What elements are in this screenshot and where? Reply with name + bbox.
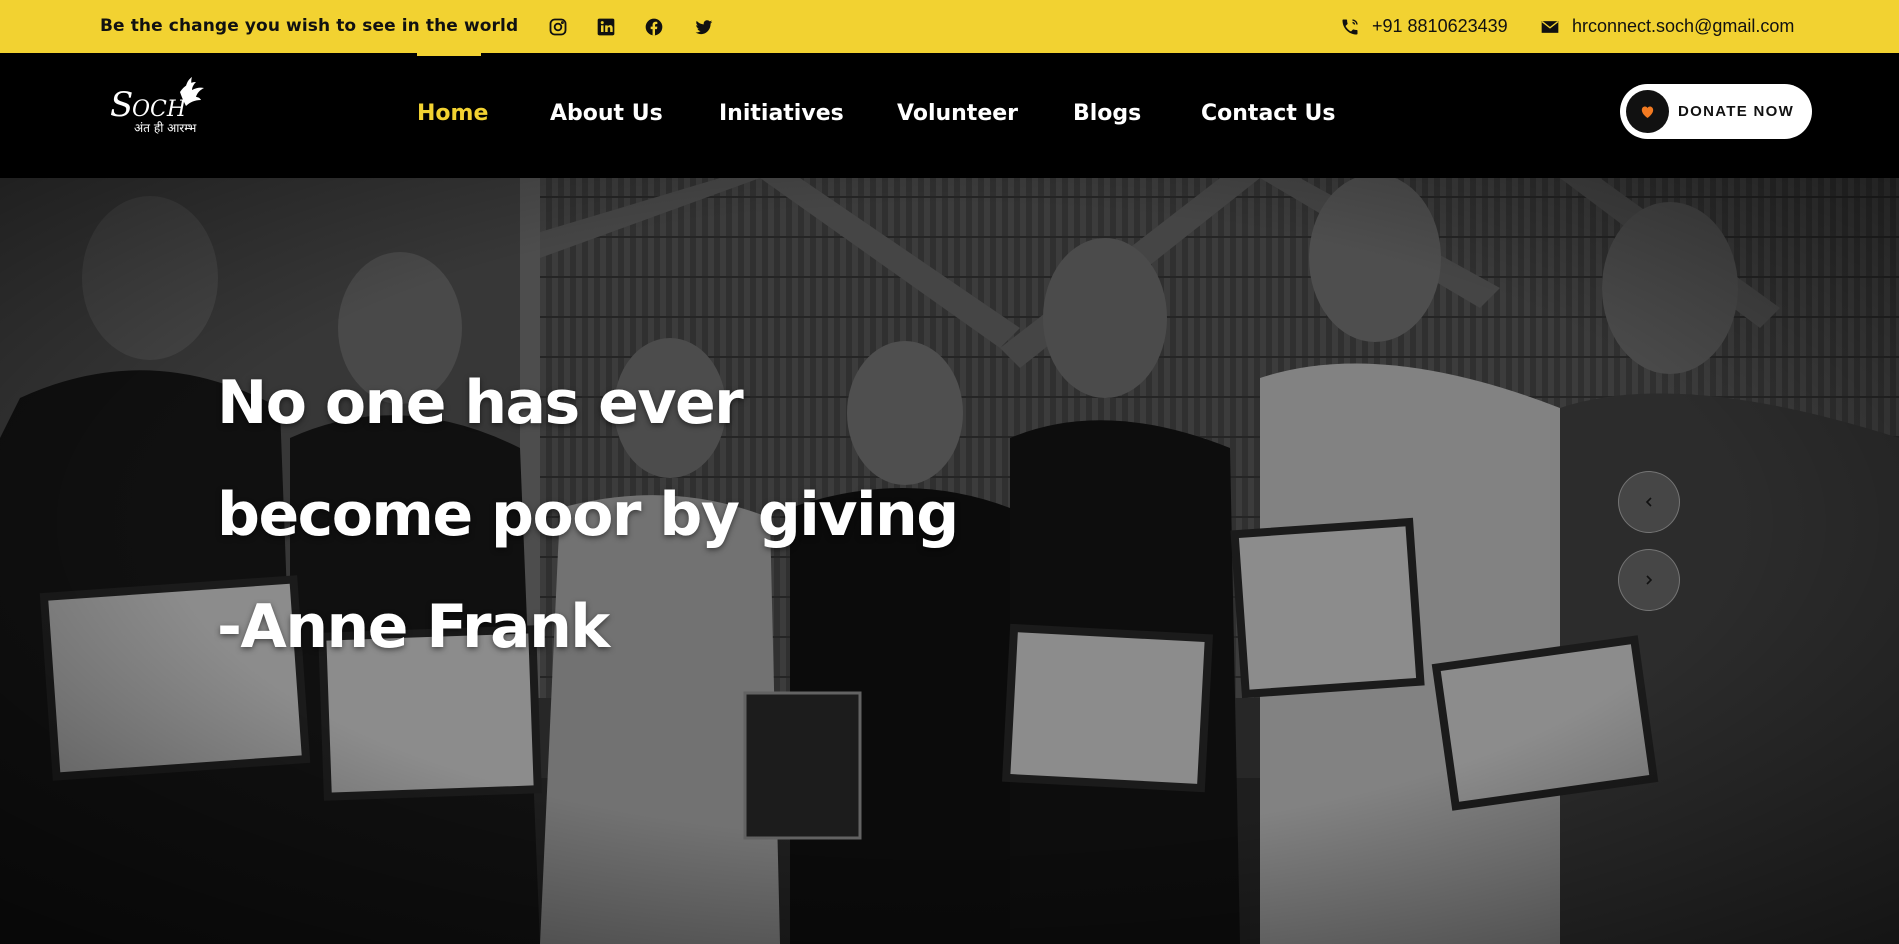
slider-next-button[interactable] bbox=[1618, 549, 1680, 611]
top-bar: Be the change you wish to see in the wor… bbox=[0, 0, 1899, 53]
nav-blogs[interactable]: Blogs bbox=[1073, 53, 1141, 178]
svg-text:S: S bbox=[110, 85, 133, 125]
heart-icon bbox=[1626, 90, 1669, 133]
donate-label: DONATE NOW bbox=[1678, 103, 1795, 120]
quote-author: -Anne Frank bbox=[217, 592, 610, 662]
hero-slider: No one has ever become poor by giving -A… bbox=[0, 178, 1899, 944]
chevron-left-icon bbox=[1645, 497, 1652, 507]
facebook-icon[interactable] bbox=[641, 0, 667, 53]
phone-icon bbox=[1342, 18, 1358, 34]
phone-contact[interactable]: +91 8810623439 bbox=[1340, 0, 1508, 53]
tagline: Be the change you wish to see in the wor… bbox=[100, 16, 519, 36]
main-header: S OCH अंत ही आरम्भ Home About Us Initiat… bbox=[0, 53, 1899, 178]
nav-home[interactable]: Home bbox=[417, 53, 488, 178]
hero-photo bbox=[0, 178, 1899, 944]
soch-logo[interactable]: S OCH अंत ही आरम्भ bbox=[108, 74, 218, 144]
slider-prev-button[interactable] bbox=[1618, 471, 1680, 533]
chevron-right-icon bbox=[1646, 575, 1653, 585]
quote-line-2: become poor by giving bbox=[217, 480, 959, 550]
phone-number: +91 8810623439 bbox=[1372, 16, 1508, 36]
email-contact[interactable]: hrconnect.soch@gmail.com bbox=[1540, 0, 1794, 53]
twitter-icon[interactable] bbox=[691, 0, 717, 53]
nav-initiatives[interactable]: Initiatives bbox=[719, 53, 844, 178]
quote-line-1: No one has ever bbox=[217, 368, 744, 438]
logo-tagline: अंत ही आरम्भ bbox=[134, 121, 197, 135]
nav-contact-us[interactable]: Contact Us bbox=[1201, 53, 1335, 178]
nav-volunteer[interactable]: Volunteer bbox=[897, 53, 1018, 178]
nav-about-us[interactable]: About Us bbox=[550, 53, 663, 178]
linkedin-icon[interactable] bbox=[593, 0, 619, 53]
email-address: hrconnect.soch@gmail.com bbox=[1572, 16, 1795, 36]
instagram-icon[interactable] bbox=[545, 0, 571, 53]
envelope-icon bbox=[1541, 20, 1559, 33]
svg-text:OCH: OCH bbox=[132, 97, 187, 122]
donate-now-button[interactable]: DONATE NOW bbox=[1620, 84, 1812, 139]
